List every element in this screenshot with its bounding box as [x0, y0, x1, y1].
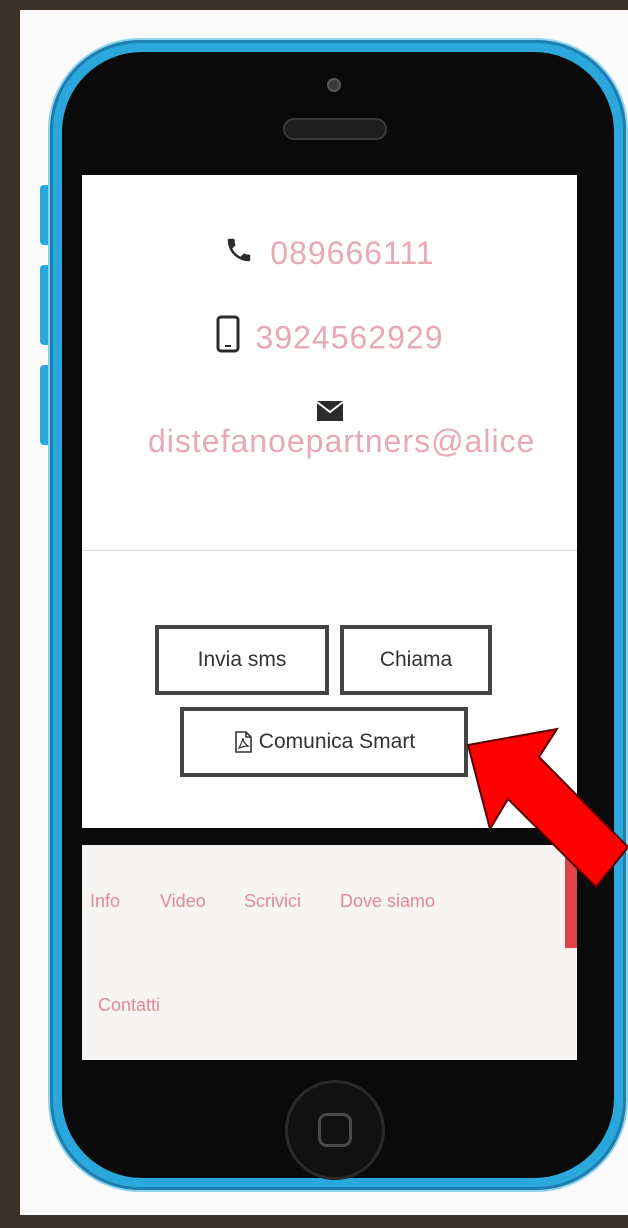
email-contact[interactable]: distefanoepartners@alice [82, 393, 577, 459]
pdf-icon [233, 731, 253, 753]
divider [82, 550, 577, 551]
speaker-grille [283, 118, 387, 140]
nav-item-contatti[interactable]: Contatti [98, 995, 160, 1016]
mobile-number: 3924562929 [255, 319, 444, 356]
phone-contact[interactable]: 089666111 [82, 233, 577, 273]
red-arrow-icon [462, 725, 628, 900]
phone-screen: 089666111 3924562929 distefanoepartners@… [82, 175, 577, 1060]
mobile-contact[interactable]: 3924562929 [82, 315, 577, 361]
envelope-icon [82, 393, 577, 423]
nav-item-dove-siamo[interactable]: Dove siamo [340, 891, 435, 912]
camera-icon [327, 78, 341, 92]
nav-item-info[interactable]: Info [90, 891, 120, 912]
send-sms-label: Invia sms [197, 648, 287, 671]
phone-number: 089666111 [270, 235, 435, 272]
call-label: Chiama [379, 648, 453, 671]
nav-item-scrivici[interactable]: Scrivici [244, 891, 301, 912]
email-address: distefanoepartners@alice [148, 423, 536, 459]
home-button-icon[interactable] [285, 1080, 385, 1180]
nav-item-video[interactable]: Video [160, 891, 206, 912]
mobile-icon [216, 315, 240, 361]
comunica-smart-label: Comunica Smart [258, 730, 416, 753]
call-button[interactable]: Chiama [340, 625, 492, 695]
comunica-smart-button[interactable]: Comunica Smart [180, 707, 468, 777]
home-square-icon [318, 1113, 352, 1147]
phone-icon [224, 235, 254, 273]
send-sms-button[interactable]: Invia sms [155, 625, 329, 695]
